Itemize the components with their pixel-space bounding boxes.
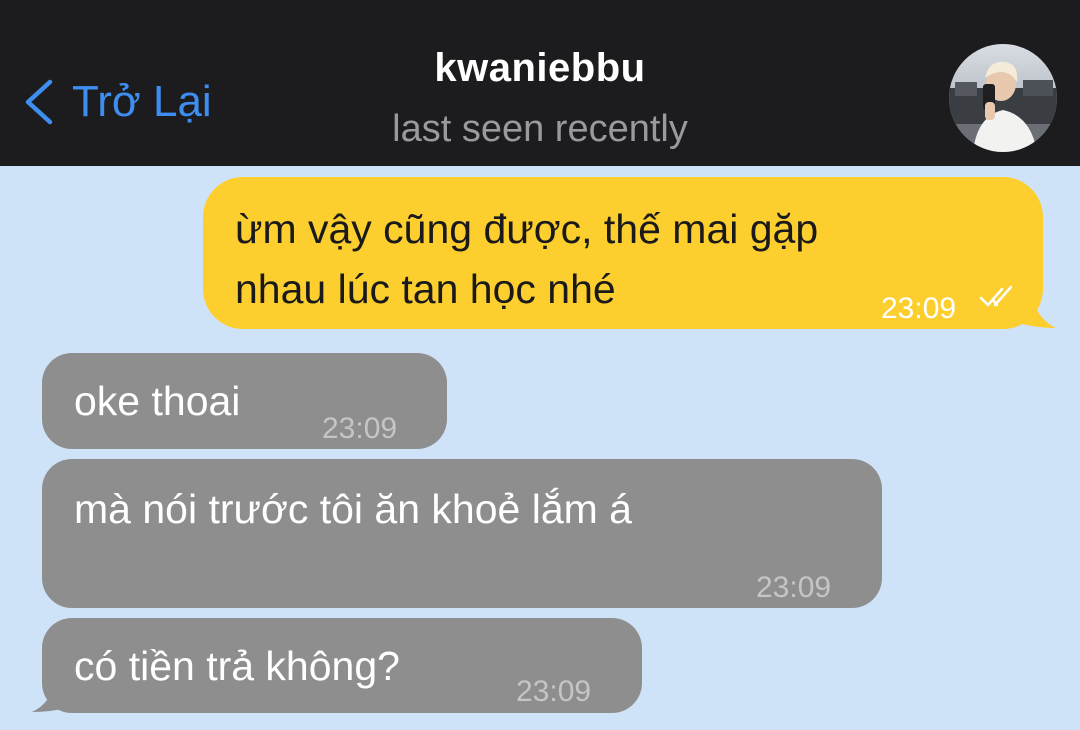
- contact-avatar[interactable]: [949, 44, 1057, 152]
- double-check-icon: [979, 285, 1013, 307]
- message-text: mà nói trước tôi ăn khoẻ lắm á: [74, 486, 632, 532]
- message-text: oke thoai: [74, 378, 241, 424]
- contact-status: last seen recently: [392, 108, 688, 150]
- message-bubble-outgoing[interactable]: ừm vậy cũng được, thế mai gặp nhau lúc t…: [203, 177, 1043, 329]
- message-time: 23:09: [756, 571, 832, 604]
- contact-name[interactable]: kwaniebbu: [0, 46, 1080, 91]
- message-text: ừm vậy cũng được, thế mai gặp nhau lúc t…: [235, 206, 819, 312]
- message-text: có tiền trả không?: [74, 643, 400, 689]
- message-time: 23:09: [516, 675, 592, 708]
- avatar-photo-icon: [949, 44, 1057, 152]
- chat-screen: Trở Lại kwaniebbu last seen recently ừm …: [0, 0, 1080, 730]
- message-bubble-incoming[interactable]: có tiền trả không? 23:09: [42, 618, 642, 713]
- message-bubble-incoming[interactable]: oke thoai 23:09: [42, 353, 447, 449]
- message-time: 23:09: [881, 292, 957, 325]
- chat-header: Trở Lại kwaniebbu last seen recently: [0, 0, 1080, 166]
- message-bubble-incoming[interactable]: mà nói trước tôi ăn khoẻ lắm á 23:09: [42, 459, 882, 608]
- message-time: 23:09: [322, 412, 398, 445]
